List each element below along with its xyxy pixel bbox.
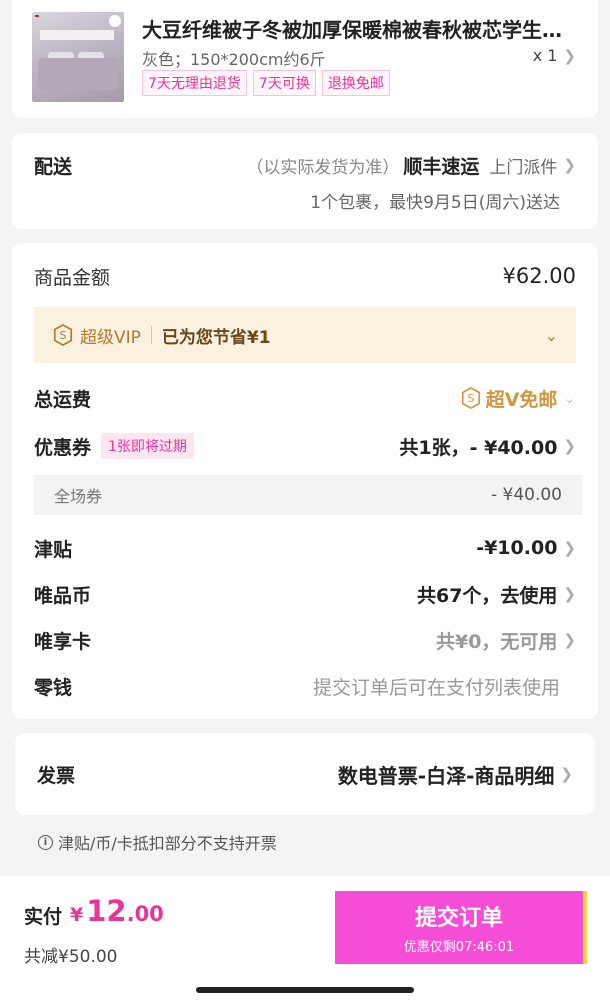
goods-amount-label: 商品金额 xyxy=(34,266,111,289)
invoice-value: 数电普票-白泽-商品明细 xyxy=(337,763,555,788)
delivery-note: （以实际发货为准） xyxy=(246,157,400,178)
chevron-right-icon: ❯ xyxy=(563,47,576,65)
chevron-right-icon: ❯ xyxy=(563,539,576,557)
invoice-note: i 津贴/币/卡抵扣部分不支持开票 xyxy=(38,830,277,854)
delivery-carrier: 顺丰速运 xyxy=(403,155,480,178)
service-tag: 7天无理由退货 xyxy=(142,70,247,96)
delivery-row[interactable]: 配送 （以实际发货为准） 顺丰速运 上门派件 ❯ xyxy=(12,151,598,179)
card-row[interactable]: 唯享卡 共¥0，无可用 ❯ xyxy=(12,625,598,655)
chevron-down-icon: ⌄ xyxy=(544,325,558,345)
shipping-row[interactable]: 总运费 S 超V免邮 ⌄ xyxy=(12,383,598,413)
coupon-row[interactable]: 优惠券 1张即将过期 共1张，- ¥40.00 ❯ xyxy=(12,431,598,461)
chevron-right-icon: ❯ xyxy=(563,437,576,455)
goods-amount-row: 商品金额 ¥62.00 xyxy=(12,261,598,291)
coupon-sub-label: 全场券 xyxy=(54,487,103,506)
chevron-right-icon: ❯ xyxy=(560,765,573,783)
shipping-value: 超V免邮 xyxy=(485,388,558,411)
home-indicator[interactable] xyxy=(196,987,414,993)
coupon-sub-value: - ¥40.00 xyxy=(490,485,562,505)
product-thumbnail[interactable] xyxy=(32,12,124,102)
allowance-label: 津贴 xyxy=(34,538,73,561)
svg-text:S: S xyxy=(467,392,474,405)
coin-label: 唯品币 xyxy=(34,584,92,607)
shipping-label: 总运费 xyxy=(34,388,92,411)
chevron-right-icon: ❯ xyxy=(563,156,576,174)
delivery-eta: 1个包裹，最快9月5日(周六)送达 xyxy=(310,192,560,213)
info-icon: i xyxy=(38,834,53,850)
checkout-bar: 实付 ¥ 12 .00 共减¥50.00 提交订单 优惠仅剩07:46:01 xyxy=(0,876,610,1003)
card-value: 共¥0，无可用 xyxy=(435,630,558,653)
vip-name: 超级VIP xyxy=(80,327,141,348)
delivery-card[interactable]: 配送 （以实际发货为准） 顺丰速运 上门派件 ❯ 1个包裹，最快9月5日(周六)… xyxy=(12,133,598,229)
amount-card: 商品金额 ¥62.00 S 超级VIP 已为您节省¥1 ⌄ 总运费 S 超V免邮… xyxy=(12,243,598,719)
coin-value: 共67个，去使用 xyxy=(416,584,558,607)
card-label: 唯享卡 xyxy=(34,630,92,653)
invoice-row[interactable]: 发票 数电普票-白泽-商品明细 ❯ xyxy=(15,759,595,789)
vip-saving: 已为您节省¥1 xyxy=(161,327,271,348)
vip-badge-icon: S xyxy=(461,387,480,409)
delivery-label: 配送 xyxy=(34,155,73,178)
change-label: 零钱 xyxy=(34,676,73,699)
invoice-label: 发票 xyxy=(37,764,76,787)
total-saved: 共减¥50.00 xyxy=(24,947,118,967)
vip-badge-icon: S xyxy=(53,324,73,346)
change-row: 零钱 提交订单后可在支付列表使用 xyxy=(12,671,598,701)
svg-text:S: S xyxy=(60,329,67,342)
goods-amount-value: ¥62.00 xyxy=(502,264,576,288)
product-quantity[interactable]: x 1 ❯ xyxy=(533,46,576,65)
chevron-right-icon: ❯ xyxy=(563,585,576,603)
coupon-label: 优惠券 xyxy=(34,436,92,459)
product-spec: 灰色；150*200cm约6斤 xyxy=(142,50,326,69)
service-tags: 7天无理由退货 7天可换 退换免邮 xyxy=(142,70,390,96)
pay-amount: ¥ 12 .00 xyxy=(70,894,164,928)
coupon-expiry-badge: 1张即将过期 xyxy=(101,433,194,459)
delivery-pickup: 上门派件 xyxy=(489,157,558,178)
service-tag: 7天可换 xyxy=(252,70,316,96)
invoice-card[interactable]: 发票 数电普票-白泽-商品明细 ❯ xyxy=(15,733,595,815)
submit-order-button[interactable]: 提交订单 优惠仅剩07:46:01 xyxy=(335,891,587,964)
service-tag: 退换免邮 xyxy=(321,70,390,96)
coupon-value: 共1张，- ¥40.00 xyxy=(399,436,558,459)
pay-label: 实付 xyxy=(24,906,63,928)
coupon-detail-row: 全场券 - ¥40.00 xyxy=(34,475,582,515)
countdown: 优惠仅剩07:46:01 xyxy=(403,940,515,955)
coin-row[interactable]: 唯品币 共67个，去使用 ❯ xyxy=(12,579,598,609)
allowance-value: -¥10.00 xyxy=(476,537,558,559)
allowance-row[interactable]: 津贴 -¥10.00 ❯ xyxy=(12,533,598,563)
product-title: 大豆纤维被子冬被加厚保暖棉被春秋被芯学生宿舍 xyxy=(142,18,572,42)
product-card[interactable]: 大豆纤维被子冬被加厚保暖棉被春秋被芯学生宿舍 灰色；150*200cm约6斤 x… xyxy=(12,0,598,118)
change-value: 提交订单后可在支付列表使用 xyxy=(312,676,560,699)
chevron-right-icon: ❯ xyxy=(563,631,576,649)
chevron-down-icon: ⌄ xyxy=(563,389,576,407)
vip-savings-bar[interactable]: S 超级VIP 已为您节省¥1 ⌄ xyxy=(34,307,576,363)
